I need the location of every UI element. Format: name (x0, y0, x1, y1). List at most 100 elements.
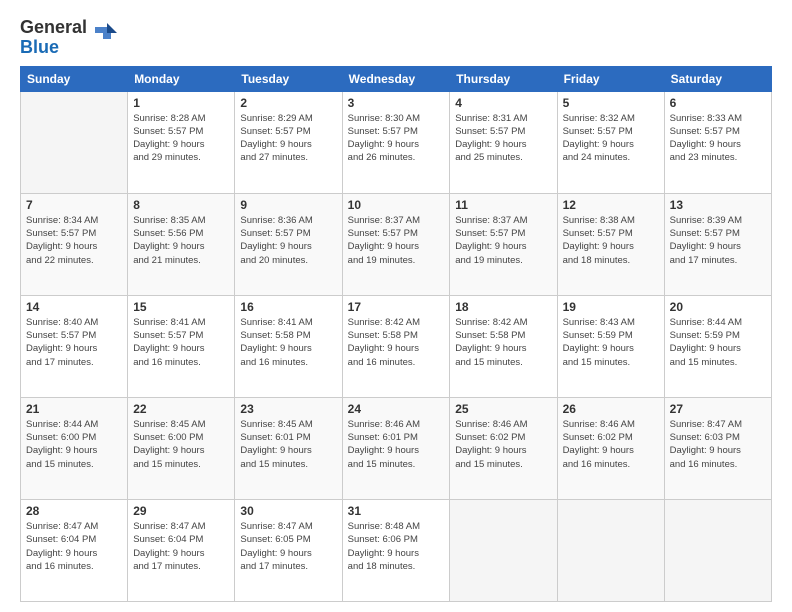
weekday-header-monday: Monday (128, 66, 235, 91)
weekday-header-thursday: Thursday (450, 66, 557, 91)
calendar-cell (557, 499, 664, 601)
calendar-cell: 15 Sunrise: 8:41 AMSunset: 5:57 PMDayligh… (128, 295, 235, 397)
day-info: Sunrise: 8:31 AMSunset: 5:57 PMDaylight:… (455, 112, 551, 165)
day-info: Sunrise: 8:37 AMSunset: 5:57 PMDaylight:… (455, 214, 551, 267)
day-info: Sunrise: 8:35 AMSunset: 5:56 PMDaylight:… (133, 214, 229, 267)
day-number: 1 (133, 96, 229, 110)
day-number: 7 (26, 198, 122, 212)
weekday-header-sunday: Sunday (21, 66, 128, 91)
day-info: Sunrise: 8:33 AMSunset: 5:57 PMDaylight:… (670, 112, 766, 165)
day-info: Sunrise: 8:47 AMSunset: 6:03 PMDaylight:… (670, 418, 766, 471)
calendar-cell: 1 Sunrise: 8:28 AMSunset: 5:57 PMDaylight… (128, 91, 235, 193)
day-info: Sunrise: 8:46 AMSunset: 6:02 PMDaylight:… (455, 418, 551, 471)
day-info: Sunrise: 8:28 AMSunset: 5:57 PMDaylight:… (133, 112, 229, 165)
day-number: 25 (455, 402, 551, 416)
day-number: 2 (240, 96, 336, 110)
calendar-cell: 28 Sunrise: 8:47 AMSunset: 6:04 PMDayligh… (21, 499, 128, 601)
day-info: Sunrise: 8:47 AMSunset: 6:04 PMDaylight:… (133, 520, 229, 573)
day-info: Sunrise: 8:39 AMSunset: 5:57 PMDaylight:… (670, 214, 766, 267)
day-number: 14 (26, 300, 122, 314)
day-number: 8 (133, 198, 229, 212)
weekday-header-saturday: Saturday (664, 66, 771, 91)
page: General Blue SundayMondayTuesdayWednesda… (0, 0, 792, 612)
day-number: 24 (348, 402, 445, 416)
calendar-cell: 16 Sunrise: 8:41 AMSunset: 5:58 PMDayligh… (235, 295, 342, 397)
weekday-header-row: SundayMondayTuesdayWednesdayThursdayFrid… (21, 66, 772, 91)
day-info: Sunrise: 8:46 AMSunset: 6:02 PMDaylight:… (563, 418, 659, 471)
day-info: Sunrise: 8:40 AMSunset: 5:57 PMDaylight:… (26, 316, 122, 369)
calendar-cell: 11Sunrise: 8:37 AMSunset: 5:57 PMDayligh… (450, 193, 557, 295)
day-number: 30 (240, 504, 336, 518)
day-number: 13 (670, 198, 766, 212)
day-info: Sunrise: 8:42 AMSunset: 5:58 PMDaylight:… (455, 316, 551, 369)
calendar-cell: 29 Sunrise: 8:47 AMSunset: 6:04 PMDayligh… (128, 499, 235, 601)
calendar-cell: 2Sunrise: 8:29 AMSunset: 5:57 PMDaylight… (235, 91, 342, 193)
day-info: Sunrise: 8:44 AMSunset: 6:00 PMDaylight:… (26, 418, 122, 471)
day-number: 15 (133, 300, 229, 314)
day-number: 6 (670, 96, 766, 110)
week-row-4: 28 Sunrise: 8:47 AMSunset: 6:04 PMDayligh… (21, 499, 772, 601)
calendar-cell: 13 Sunrise: 8:39 AMSunset: 5:57 PMDayligh… (664, 193, 771, 295)
calendar-cell: 25 Sunrise: 8:46 AMSunset: 6:02 PMDayligh… (450, 397, 557, 499)
day-info: Sunrise: 8:41 AMSunset: 5:57 PMDaylight:… (133, 316, 229, 369)
day-number: 26 (563, 402, 659, 416)
calendar-cell: 18 Sunrise: 8:42 AMSunset: 5:58 PMDayligh… (450, 295, 557, 397)
calendar-cell: 8 Sunrise: 8:35 AMSunset: 5:56 PMDaylight… (128, 193, 235, 295)
calendar-cell: 19 Sunrise: 8:43 AMSunset: 5:59 PMDayligh… (557, 295, 664, 397)
day-info: Sunrise: 8:43 AMSunset: 5:59 PMDaylight:… (563, 316, 659, 369)
calendar-cell (664, 499, 771, 601)
logo: General Blue (20, 18, 117, 58)
calendar-cell: 12Sunrise: 8:38 AMSunset: 5:57 PMDayligh… (557, 193, 664, 295)
weekday-header-friday: Friday (557, 66, 664, 91)
day-number: 17 (348, 300, 445, 314)
calendar-cell (21, 91, 128, 193)
day-info: Sunrise: 8:47 AMSunset: 6:04 PMDaylight:… (26, 520, 122, 573)
day-number: 9 (240, 198, 336, 212)
day-number: 21 (26, 402, 122, 416)
calendar-cell: 3 Sunrise: 8:30 AMSunset: 5:57 PMDaylight… (342, 91, 450, 193)
calendar-cell: 7Sunrise: 8:34 AMSunset: 5:57 PMDaylight… (21, 193, 128, 295)
week-row-0: 1 Sunrise: 8:28 AMSunset: 5:57 PMDaylight… (21, 91, 772, 193)
day-info: Sunrise: 8:32 AMSunset: 5:57 PMDaylight:… (563, 112, 659, 165)
day-info: Sunrise: 8:46 AMSunset: 6:01 PMDaylight:… (348, 418, 445, 471)
day-number: 5 (563, 96, 659, 110)
day-info: Sunrise: 8:45 AMSunset: 6:01 PMDaylight:… (240, 418, 336, 471)
day-number: 10 (348, 198, 445, 212)
day-number: 3 (348, 96, 445, 110)
logo-text: General Blue (20, 18, 87, 58)
day-number: 28 (26, 504, 122, 518)
day-info: Sunrise: 8:37 AMSunset: 5:57 PMDaylight:… (348, 214, 445, 267)
day-info: Sunrise: 8:48 AMSunset: 6:06 PMDaylight:… (348, 520, 445, 573)
calendar-cell: 4 Sunrise: 8:31 AMSunset: 5:57 PMDaylight… (450, 91, 557, 193)
calendar-cell: 6 Sunrise: 8:33 AMSunset: 5:57 PMDaylight… (664, 91, 771, 193)
day-number: 4 (455, 96, 551, 110)
weekday-header-tuesday: Tuesday (235, 66, 342, 91)
day-info: Sunrise: 8:30 AMSunset: 5:57 PMDaylight:… (348, 112, 445, 165)
week-row-1: 7Sunrise: 8:34 AMSunset: 5:57 PMDaylight… (21, 193, 772, 295)
calendar-cell: 22Sunrise: 8:45 AMSunset: 6:00 PMDayligh… (128, 397, 235, 499)
day-info: Sunrise: 8:36 AMSunset: 5:57 PMDaylight:… (240, 214, 336, 267)
day-number: 31 (348, 504, 445, 518)
day-number: 20 (670, 300, 766, 314)
calendar-cell: 26 Sunrise: 8:46 AMSunset: 6:02 PMDayligh… (557, 397, 664, 499)
day-number: 27 (670, 402, 766, 416)
day-info: Sunrise: 8:45 AMSunset: 6:00 PMDaylight:… (133, 418, 229, 471)
day-info: Sunrise: 8:42 AMSunset: 5:58 PMDaylight:… (348, 316, 445, 369)
calendar-cell: 10 Sunrise: 8:37 AMSunset: 5:57 PMDayligh… (342, 193, 450, 295)
logo-arrow-icon (89, 19, 117, 47)
calendar-cell: 23Sunrise: 8:45 AMSunset: 6:01 PMDayligh… (235, 397, 342, 499)
day-info: Sunrise: 8:44 AMSunset: 5:59 PMDaylight:… (670, 316, 766, 369)
calendar-cell: 21 Sunrise: 8:44 AMSunset: 6:00 PMDayligh… (21, 397, 128, 499)
day-number: 19 (563, 300, 659, 314)
header: General Blue (20, 18, 772, 58)
calendar-cell: 30 Sunrise: 8:47 AMSunset: 6:05 PMDayligh… (235, 499, 342, 601)
day-info: Sunrise: 8:47 AMSunset: 6:05 PMDaylight:… (240, 520, 336, 573)
day-info: Sunrise: 8:41 AMSunset: 5:58 PMDaylight:… (240, 316, 336, 369)
day-number: 16 (240, 300, 336, 314)
week-row-2: 14 Sunrise: 8:40 AMSunset: 5:57 PMDayligh… (21, 295, 772, 397)
day-number: 18 (455, 300, 551, 314)
day-number: 29 (133, 504, 229, 518)
calendar-cell: 14 Sunrise: 8:40 AMSunset: 5:57 PMDayligh… (21, 295, 128, 397)
calendar: SundayMondayTuesdayWednesdayThursdayFrid… (20, 66, 772, 602)
logo-blue: Blue (20, 37, 59, 57)
